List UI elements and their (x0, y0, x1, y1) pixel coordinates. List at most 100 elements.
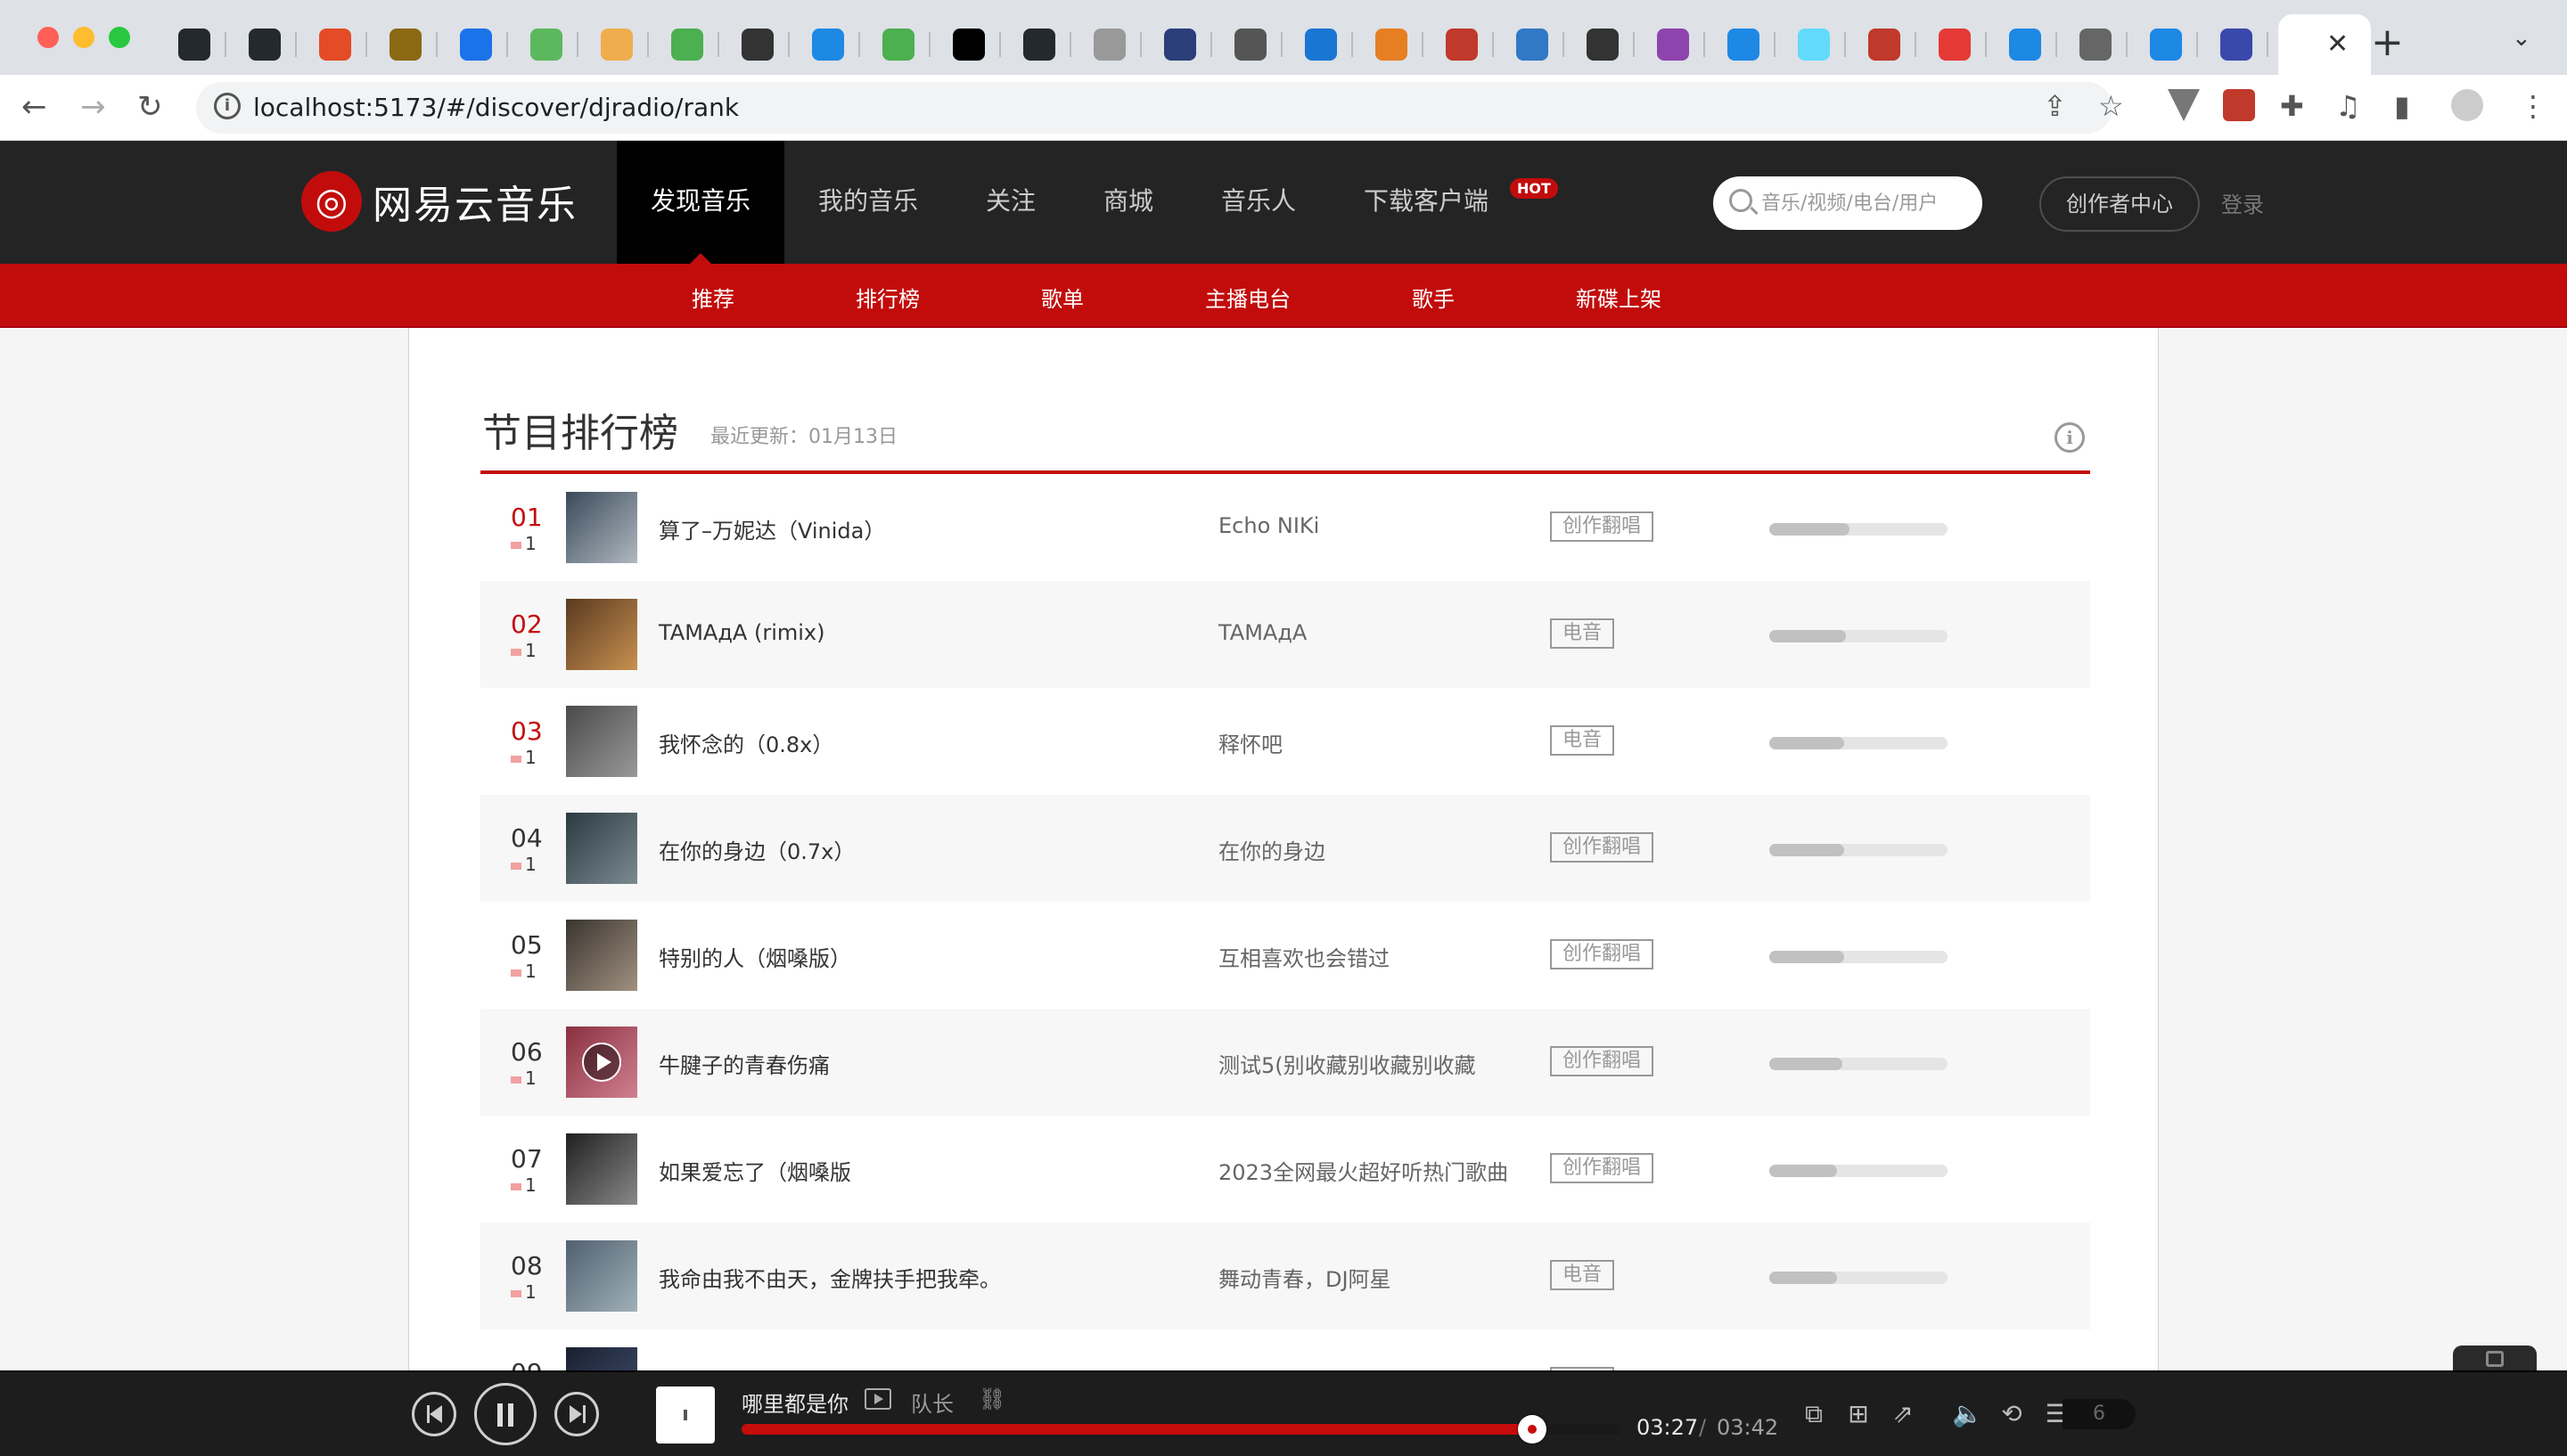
progress-knob[interactable] (1518, 1415, 1547, 1444)
subnav-new-albums[interactable]: 新碟上架 (1576, 282, 1661, 313)
tab-favicon-icon[interactable] (1446, 29, 1478, 61)
program-title[interactable]: 我怀念的（0.8x） (659, 727, 833, 758)
tab-favicon-icon[interactable] (671, 29, 703, 61)
tab-favicon-icon[interactable] (953, 29, 985, 61)
extension-icon[interactable] (2223, 89, 2255, 121)
tab-favicon-icon[interactable] (2009, 29, 2041, 61)
program-title[interactable]: 在你的身边（0.7x） (659, 834, 855, 865)
subnav-artists[interactable]: 歌手 (1412, 282, 1455, 313)
share-icon[interactable]: ⇪ (2043, 89, 2067, 123)
program-artist[interactable]: 互相喜欢也会错过 (1218, 941, 1390, 972)
track-artist[interactable]: 队长 (911, 1386, 954, 1418)
program-cover[interactable] (566, 1240, 637, 1312)
category-tag[interactable]: 创作翻唱 (1550, 939, 1654, 969)
rank-row[interactable]: 03 1 我怀念的（0.8x） 释怀吧 电音 (480, 688, 2090, 795)
tab-favicon-icon[interactable] (1657, 29, 1689, 61)
picture-in-picture-icon[interactable]: ⧉ (1799, 1399, 1829, 1429)
nav-musician[interactable]: 音乐人 (1187, 141, 1330, 264)
rank-row[interactable]: 04 1 在你的身边（0.7x） 在你的身边 创作翻唱 (480, 795, 2090, 902)
tab-favicon-icon[interactable] (1587, 29, 1619, 61)
tab-favicon-icon[interactable] (1868, 29, 1900, 61)
category-tag[interactable]: 创作翻唱 (1550, 511, 1654, 542)
program-cover[interactable] (566, 492, 637, 563)
tab-favicon-icon[interactable] (2220, 29, 2252, 61)
program-title[interactable]: TAMAдA (rimix) (659, 620, 825, 645)
next-track-button[interactable] (554, 1392, 599, 1436)
tab-favicon-icon[interactable] (319, 29, 351, 61)
program-artist[interactable]: Echo NIKi (1218, 513, 1319, 538)
program-cover[interactable] (566, 706, 637, 777)
side-panel-icon[interactable]: ▮ (2394, 89, 2410, 123)
site-logo[interactable]: ◎ 网易云音乐 (301, 168, 578, 235)
tab-favicon-icon[interactable] (882, 29, 914, 61)
program-title[interactable]: 特别的人（烟嗓版） (659, 941, 851, 972)
link-icon[interactable]: ⛓ (979, 1386, 1005, 1411)
program-artist[interactable]: 测试5(别收藏别收藏别收藏 (1218, 1048, 1476, 1079)
program-cover[interactable] (566, 813, 637, 884)
category-tag[interactable]: 创作翻唱 (1550, 832, 1654, 863)
omnibox[interactable]: i localhost:5173/#/discover/djradio/rank (196, 82, 2112, 134)
tab-favicon-icon[interactable] (1798, 29, 1830, 61)
play-icon[interactable] (582, 1043, 621, 1082)
creator-center-button[interactable]: 创作者中心 (2039, 176, 2200, 232)
reload-icon[interactable]: ↻ (137, 89, 163, 125)
program-title[interactable]: 如果爱忘了（烟嗓版 (659, 1155, 851, 1186)
add-to-playlist-icon[interactable]: ⊞ (1843, 1399, 1874, 1429)
search-box[interactable] (1713, 176, 1982, 230)
category-tag[interactable]: 创作翻唱 (1550, 1046, 1654, 1076)
nav-follow[interactable]: 关注 (952, 141, 1070, 264)
pause-button[interactable] (474, 1383, 537, 1445)
tab-favicon-icon[interactable] (2150, 29, 2182, 61)
program-artist[interactable]: TAMAдA (1218, 620, 1307, 645)
category-tag[interactable]: 创作翻唱 (1550, 1153, 1654, 1183)
tab-favicon-icon[interactable] (1727, 29, 1759, 61)
browser-menu-icon[interactable]: ⋮ (2519, 89, 2547, 123)
tab-favicon-icon[interactable] (460, 29, 492, 61)
subnav-djradio[interactable]: 主播电台 (1205, 282, 1291, 313)
tab-favicon-icon[interactable] (2079, 29, 2112, 61)
rank-row[interactable]: 02 1 TAMAдA (rimix) TAMAдA 电音 (480, 581, 2090, 688)
category-tag[interactable]: 电音 (1550, 618, 1615, 649)
volume-icon[interactable]: 🔈 (1952, 1399, 1983, 1429)
tab-favicon-icon[interactable] (1023, 29, 1055, 61)
nav-my-music[interactable]: 我的音乐 (784, 141, 952, 264)
tab-favicon-icon[interactable] (1164, 29, 1196, 61)
login-link[interactable]: 登录 (2221, 187, 2264, 218)
playlist-count[interactable]: 6 (2063, 1399, 2136, 1429)
bookmark-star-icon[interactable]: ☆ (2098, 89, 2124, 123)
program-title[interactable]: 牛腱子的青春伤痛 (659, 1048, 830, 1079)
tab-favicon-icon[interactable] (1234, 29, 1267, 61)
rank-row[interactable]: 05 1 特别的人（烟嗓版） 互相喜欢也会错过 创作翻唱 (480, 902, 2090, 1009)
mv-icon[interactable] (865, 1388, 891, 1410)
close-tab-icon[interactable]: ✕ (2326, 29, 2349, 60)
program-artist[interactable]: 释怀吧 (1218, 727, 1283, 758)
minimize-window-button[interactable] (73, 27, 94, 48)
profile-avatar-icon[interactable] (2451, 89, 2483, 121)
tab-favicon-icon[interactable] (601, 29, 633, 61)
rank-row[interactable]: 07 1 如果爱忘了（烟嗓版 2023全网最火超好听热门歌曲 创作翻唱 (480, 1116, 2090, 1223)
nav-mall[interactable]: 商城 (1070, 141, 1187, 264)
info-icon[interactable]: i (2054, 422, 2085, 453)
program-cover[interactable] (566, 920, 637, 991)
program-artist[interactable]: 2023全网最火超好听热门歌曲 (1218, 1155, 1508, 1186)
site-info-icon[interactable]: i (214, 93, 241, 119)
tab-favicon-icon[interactable] (742, 29, 774, 61)
close-window-button[interactable] (37, 27, 59, 48)
tab-favicon-icon[interactable] (178, 29, 210, 61)
active-tab[interactable]: ✕ (2278, 14, 2371, 75)
program-cover[interactable] (566, 1027, 637, 1098)
rank-row[interactable]: 01 1 算了–万妮达（Vinida） Echo NIKi 创作翻唱 (480, 474, 2090, 581)
category-tag[interactable]: 电音 (1550, 725, 1615, 756)
category-tag[interactable]: 电音 (1550, 1260, 1615, 1290)
subnav-playlists[interactable]: 歌单 (1041, 282, 1084, 313)
new-tab-button[interactable]: + (2371, 20, 2404, 65)
tab-favicon-icon[interactable] (812, 29, 844, 61)
progress-bar[interactable] (742, 1415, 1620, 1444)
subnav-ranking[interactable]: 排行榜 (856, 282, 920, 313)
nav-download-client[interactable]: 下载客户端 (1330, 141, 1522, 264)
program-title[interactable]: 算了–万妮达（Vinida） (659, 513, 885, 544)
subnav-recommend[interactable]: 推荐 (692, 282, 734, 313)
tab-search-icon[interactable]: ⌄ (2512, 25, 2531, 52)
program-artist[interactable]: 在你的身边 (1218, 834, 1325, 865)
tab-favicon-icon[interactable] (249, 29, 281, 61)
